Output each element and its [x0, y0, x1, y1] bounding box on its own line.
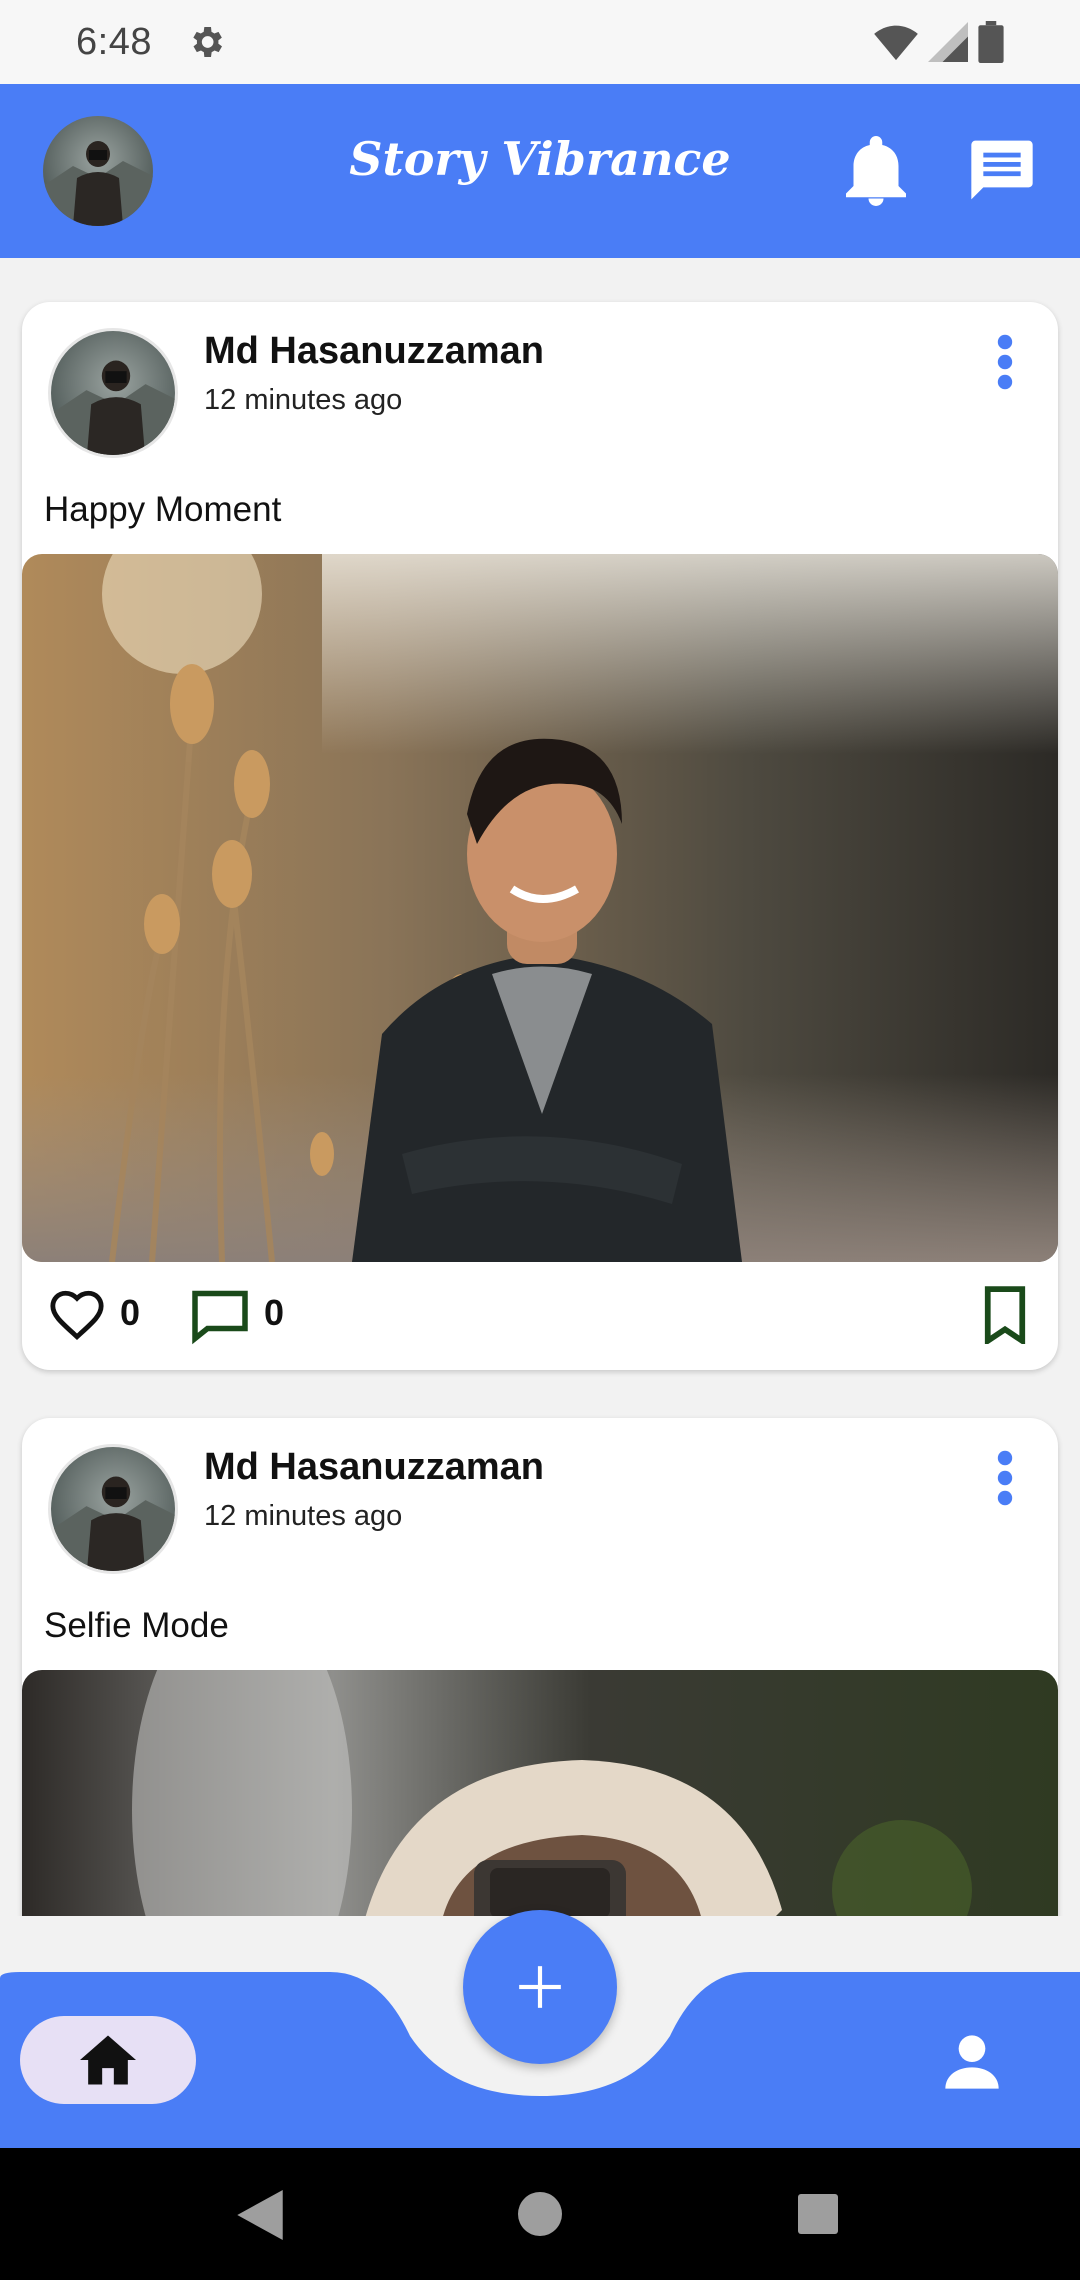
post-caption: Happy Moment	[44, 490, 282, 529]
more-vert-icon[interactable]	[990, 332, 1020, 392]
status-bar: 6:48	[0, 0, 1080, 84]
comment-icon[interactable]	[190, 1286, 250, 1346]
post-card: Md Hasanuzzaman 12 minutes ago Selfie Mo…	[22, 1418, 1058, 1916]
like-count: 0	[120, 1292, 141, 1333]
author-avatar[interactable]	[48, 1444, 178, 1574]
heart-icon[interactable]	[48, 1286, 106, 1344]
bookmark-icon[interactable]	[982, 1286, 1028, 1344]
system-nav-bar	[0, 2148, 1080, 2280]
avatar-photo	[51, 1447, 175, 1571]
post-time: 12 minutes ago	[204, 1500, 403, 1532]
signal-icon	[928, 22, 968, 62]
add-post-button[interactable]	[463, 1910, 617, 2064]
chat-icon[interactable]	[970, 138, 1034, 202]
profile-icon[interactable]	[940, 2030, 1004, 2094]
bell-icon[interactable]	[846, 136, 906, 206]
home-icon	[80, 2035, 136, 2085]
app-bar: Story Vibrance	[0, 84, 1080, 258]
post-actions: 0 0	[22, 1262, 1058, 1370]
home-button[interactable]	[20, 2016, 196, 2104]
more-vert-icon[interactable]	[990, 1448, 1020, 1508]
add-icon	[519, 1966, 561, 2008]
status-right-icons	[874, 21, 1004, 63]
author-avatar[interactable]	[48, 328, 178, 458]
status-time: 6:48	[76, 20, 152, 63]
app-title: Story Vibrance	[349, 132, 731, 186]
wifi-icon	[874, 25, 918, 61]
gear-icon	[193, 27, 222, 57]
post-card: Md Hasanuzzaman 12 minutes ago Happy Mom…	[22, 302, 1058, 1370]
recents-icon[interactable]	[798, 2194, 838, 2234]
battery-icon	[978, 21, 1004, 63]
post-author[interactable]: Md Hasanuzzaman	[204, 330, 544, 373]
back-icon[interactable]	[236, 2190, 284, 2240]
post-photo	[22, 1670, 1058, 1916]
avatar-photo	[51, 331, 175, 455]
post-image[interactable]	[22, 1670, 1058, 1916]
post-time: 12 minutes ago	[204, 384, 403, 416]
home-circle-icon[interactable]	[518, 2192, 562, 2236]
feed[interactable]: Md Hasanuzzaman 12 minutes ago Happy Mom…	[0, 258, 1080, 1916]
post-photo	[22, 554, 1058, 1262]
post-image[interactable]	[22, 554, 1058, 1262]
post-caption: Selfie Mode	[44, 1606, 229, 1645]
post-author[interactable]: Md Hasanuzzaman	[204, 1446, 544, 1489]
comment-count: 0	[264, 1292, 285, 1333]
